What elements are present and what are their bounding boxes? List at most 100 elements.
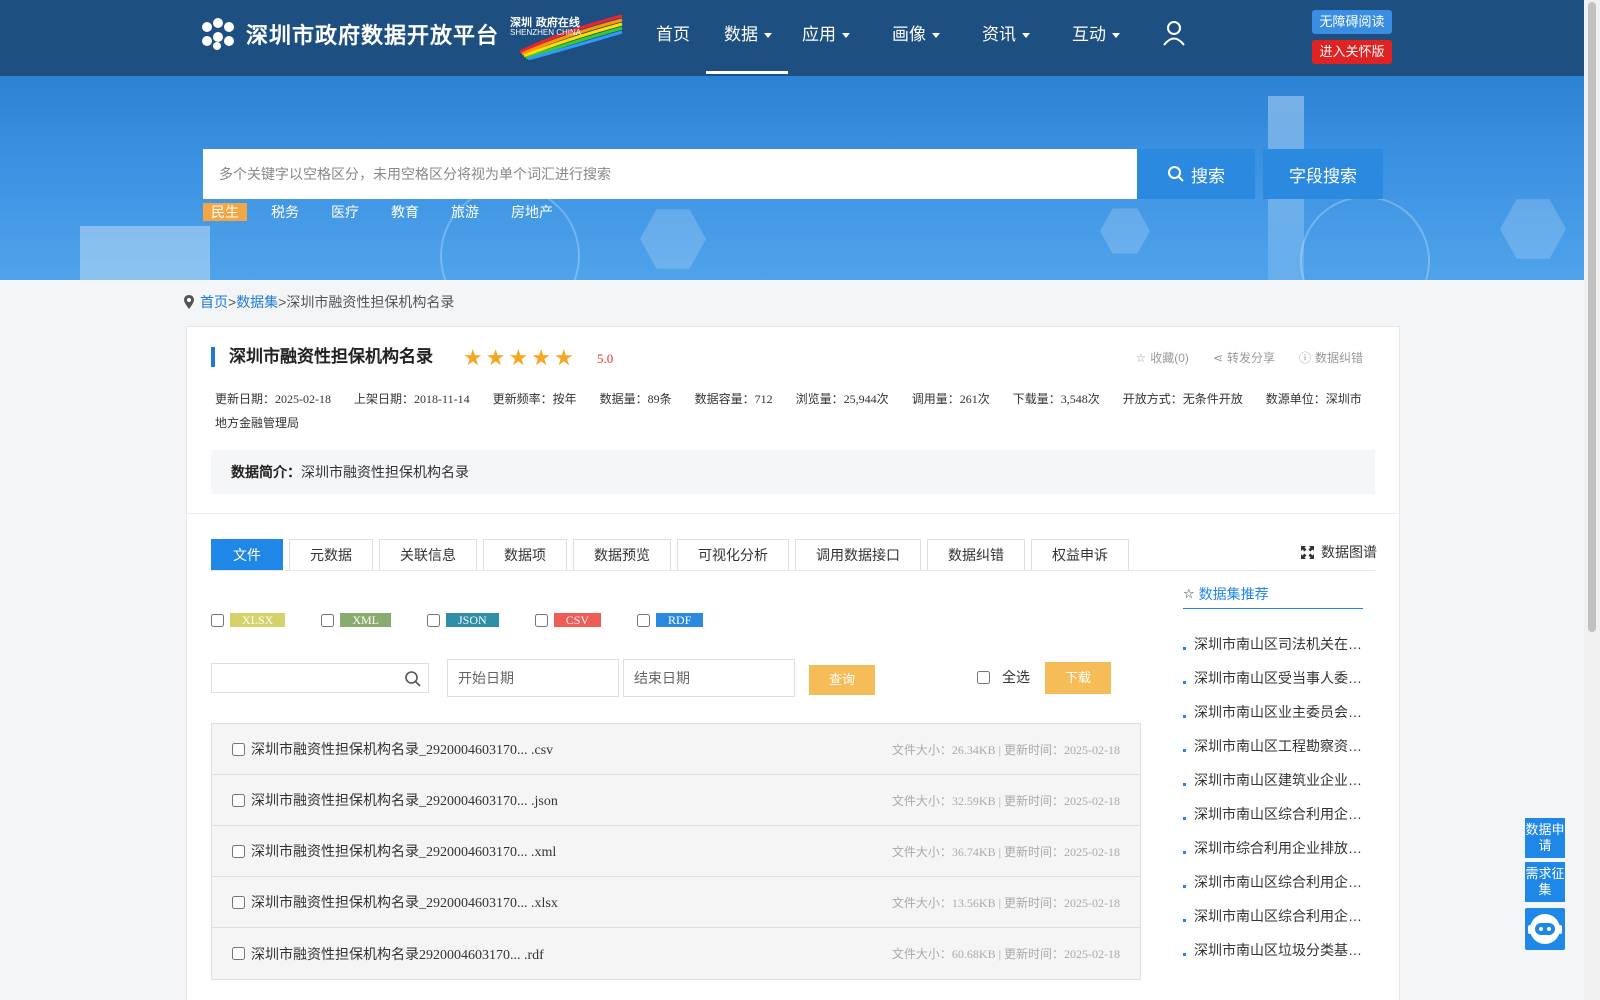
end-date-input[interactable]: 结束日期 <box>623 659 795 697</box>
search-button[interactable]: 搜索 <box>1137 149 1255 199</box>
file-name[interactable]: 深圳市融资性担保机构名录_2920004603170... .json <box>251 790 558 810</box>
file-name[interactable]: 深圳市融资性担保机构名录_2920004603170... .xlsx <box>251 892 558 912</box>
search-button-label: 搜索 <box>1191 166 1225 186</box>
breadcrumb-home-link[interactable]: 首页 <box>200 292 228 312</box>
scrollbar-thumb[interactable] <box>1588 2 1596 632</box>
recommend-list: 深圳市南山区司法机关在… 深圳市南山区受当事人委… 深圳市南山区业主委员会… 深… <box>1183 627 1373 967</box>
download-button[interactable]: 下载 <box>1045 662 1111 694</box>
recommend-item[interactable]: 深圳市南山区综合利用企… <box>1183 865 1373 899</box>
chevron-down-icon <box>1112 33 1120 39</box>
tab-files[interactable]: 文件 <box>211 539 283 571</box>
recommend-item[interactable]: 深圳市南山区业主委员会… <box>1183 695 1373 729</box>
recommend-item[interactable]: 深圳市南山区建筑业企业… <box>1183 763 1373 797</box>
rating-stars[interactable]: ★ ★ ★ ★ ★ <box>463 345 577 371</box>
tag-medical[interactable]: 医疗 <box>323 203 367 221</box>
top-navbar: 深圳市政府数据开放平台 深圳 政府在线 SHENZHEN CHINA 首页 数据… <box>0 0 1584 76</box>
recommend-item[interactable]: 深圳市南山区工程勘察资… <box>1183 729 1373 763</box>
recommend-item[interactable]: 深圳市南山区综合利用企… <box>1183 899 1373 933</box>
recommend-item[interactable]: 深圳市南山区司法机关在… <box>1183 627 1373 661</box>
care-mode-button[interactable]: 进入关怀版 <box>1312 40 1392 64</box>
start-date-input[interactable]: 开始日期 <box>447 659 619 697</box>
demand-collect-button[interactable]: 需求征集 <box>1525 862 1565 902</box>
nav-profile[interactable]: 画像 <box>892 0 982 76</box>
tab-data-correction[interactable]: 数据纠错 <box>927 539 1025 571</box>
format-csv-checkbox[interactable] <box>534 613 548 627</box>
breadcrumb-datasets-link[interactable]: 数据集 <box>236 292 278 312</box>
file-checkbox[interactable] <box>232 844 245 858</box>
format-filters: XLSX XML JSON CSV RDF <box>211 613 725 627</box>
search-input[interactable] <box>203 149 1137 199</box>
file-name[interactable]: 深圳市融资性担保机构名录2920004603170... .rdf <box>251 944 544 964</box>
file-name[interactable]: 深圳市融资性担保机构名录_2920004603170... .xml <box>251 841 556 861</box>
tab-data-preview[interactable]: 数据预览 <box>573 539 671 571</box>
favorite-button[interactable]: ☆ 收藏(0) <box>1135 349 1188 366</box>
data-apply-button[interactable]: 数据申请 <box>1525 818 1565 858</box>
recommend-item[interactable]: 深圳市南山区综合利用企… <box>1183 797 1373 831</box>
intro-label: 数据简介： <box>231 464 301 480</box>
file-checkbox[interactable] <box>232 947 245 960</box>
query-button[interactable]: 查询 <box>809 665 875 695</box>
format-json[interactable]: JSON <box>427 613 499 627</box>
accessibility-button[interactable]: 无障碍阅读 <box>1312 10 1392 34</box>
tag-minsheng[interactable]: 民生 <box>203 203 247 221</box>
file-row-csv: 深圳市融资性担保机构名录_2920004603170... .csv 文件大小：… <box>212 724 1140 775</box>
star-outline-icon: ☆ <box>1135 350 1147 365</box>
user-icon[interactable] <box>1162 20 1186 46</box>
star-icon: ★ <box>553 345 574 370</box>
tab-visual-analysis[interactable]: 可视化分析 <box>677 539 789 571</box>
nav-apps[interactable]: 应用 <box>788 0 892 76</box>
nav-home[interactable]: 首页 <box>640 0 706 76</box>
format-xlsx[interactable]: XLSX <box>211 613 286 627</box>
tab-rights-appeal[interactable]: 权益申诉 <box>1031 539 1129 571</box>
search-box <box>203 149 1137 199</box>
tag-education[interactable]: 教育 <box>383 203 427 221</box>
field-search-button[interactable]: 字段搜索 <box>1263 149 1383 199</box>
recommend-item[interactable]: 深圳市综合利用企业排放… <box>1183 831 1373 865</box>
format-rdf-checkbox[interactable] <box>637 613 651 627</box>
search-icon <box>1168 166 1184 182</box>
nav-news[interactable]: 资讯 <box>982 0 1072 76</box>
star-icon: ★ <box>531 345 551 370</box>
shenzhen-china-badge: 深圳 政府在线 SHENZHEN CHINA <box>510 12 628 61</box>
select-all-checkbox[interactable] <box>977 670 990 684</box>
file-checkbox[interactable] <box>232 742 245 756</box>
file-keyword-box <box>211 663 429 693</box>
hero-banner: 搜索 字段搜索 民生 税务 医疗 教育 旅游 房地产 <box>0 76 1584 280</box>
meta-api-calls: 调用量：261次 <box>911 392 990 406</box>
tag-tourism[interactable]: 旅游 <box>443 203 487 221</box>
format-xml-checkbox[interactable] <box>321 613 335 627</box>
format-rdf[interactable]: RDF <box>637 613 704 627</box>
tab-data-items[interactable]: 数据项 <box>483 539 567 571</box>
file-checkbox[interactable] <box>232 895 245 909</box>
file-list: 深圳市融资性担保机构名录_2920004603170... .csv 文件大小：… <box>211 723 1141 980</box>
tab-api[interactable]: 调用数据接口 <box>795 539 921 571</box>
tag-tax[interactable]: 税务 <box>263 203 307 221</box>
robot-icon[interactable] <box>1525 908 1565 950</box>
tab-metadata[interactable]: 元数据 <box>289 539 373 571</box>
logo-icon <box>202 18 234 50</box>
format-rdf-label: RDF <box>656 613 704 627</box>
file-keyword-input[interactable] <box>212 664 428 692</box>
data-map-button[interactable]: 数据图谱 <box>1301 542 1377 562</box>
recommend-item[interactable]: 深圳市南山区受当事人委… <box>1183 661 1373 695</box>
report-error-button[interactable]: ⓘ 数据纠错 <box>1299 349 1363 366</box>
format-xml[interactable]: XML <box>321 613 392 627</box>
meta-capacity: 数据容量：712 <box>694 392 773 406</box>
share-button[interactable]: ⋖ 转发分享 <box>1213 349 1275 366</box>
nav-apps-label: 应用 <box>802 25 836 44</box>
tag-real-estate[interactable]: 房地产 <box>503 203 561 221</box>
page-scrollbar[interactable] <box>1584 0 1600 1000</box>
tab-related-info[interactable]: 关联信息 <box>379 539 477 571</box>
file-checkbox[interactable] <box>232 793 245 807</box>
nav-interact[interactable]: 互动 <box>1072 0 1120 76</box>
search-icon[interactable] <box>404 670 422 688</box>
meta-frequency: 更新频率：按年 <box>492 392 577 406</box>
nav-data[interactable]: 数据 <box>706 0 788 76</box>
format-xlsx-checkbox[interactable] <box>211 613 224 627</box>
recommend-item[interactable]: 深圳市南山区垃圾分类基… <box>1183 933 1373 967</box>
site-logo[interactable]: 深圳市政府数据开放平台 <box>202 18 499 50</box>
file-name[interactable]: 深圳市融资性担保机构名录_2920004603170... .csv <box>251 739 553 759</box>
format-json-checkbox[interactable] <box>427 613 441 627</box>
format-csv[interactable]: CSV <box>534 613 602 627</box>
select-all[interactable]: 全选 <box>977 667 1030 687</box>
